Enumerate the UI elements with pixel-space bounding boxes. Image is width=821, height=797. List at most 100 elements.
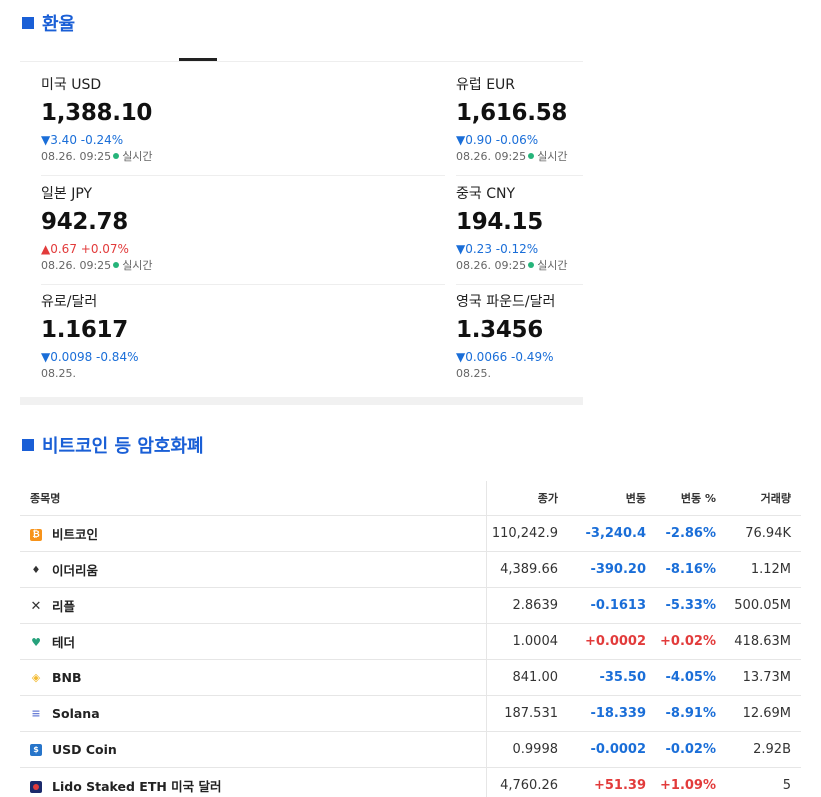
coin-name-cell[interactable]: Lido Staked ETH 미국 달러: [20, 767, 486, 797]
fx-name: 일본 JPY: [41, 186, 93, 202]
coin-change-pct: -8.91%: [656, 695, 726, 732]
fx-date: 08.26. 09:25: [41, 259, 112, 272]
fx-name: 영국 파운드/달러: [456, 294, 556, 310]
coin-name[interactable]: USD Coin: [52, 742, 117, 757]
coin-change: -0.0002: [568, 731, 656, 768]
coin-name[interactable]: 이더리움: [52, 563, 98, 578]
coin-volume: 418.63M: [726, 623, 801, 660]
coin-name-cell[interactable]: ≡ Solana: [20, 695, 486, 732]
table-row[interactable]: ◈ BNB 841.00 -35.50 -4.05% 13.73M: [20, 659, 801, 696]
fx-card-jpy[interactable]: 일본 JPY 942.78 ▲0.67 +0.07% 08.26. 09:25 실…: [41, 185, 271, 273]
crypto-table: 종목명 종가 변동 변동 % 거래량 ₿ 비트코인 110,242.9 -3,24…: [20, 481, 801, 797]
table-row[interactable]: $ USD Coin 0.9998 -0.0002 -0.02% 2.92B: [20, 731, 801, 768]
coin-change: -3,240.4: [568, 515, 656, 552]
fx-date: 08.26. 09:25: [456, 150, 527, 163]
header-price[interactable]: 종가: [485, 481, 568, 516]
fx-name: 미국 USD: [41, 77, 102, 93]
coin-price: 2.8639: [485, 587, 568, 624]
fx-meta: 08.26. 09:25 실시간: [41, 259, 271, 273]
fx-section-title: 환율: [22, 10, 75, 36]
fx-change: ▼3.40 -0.24%: [41, 133, 124, 147]
fx-change: ▼0.0066 -0.49%: [456, 350, 554, 364]
coin-price: 187.531: [485, 695, 568, 732]
live-dot-icon: [528, 153, 535, 159]
coin-name[interactable]: Solana: [52, 706, 100, 721]
header-change-pct[interactable]: 변동 %: [656, 481, 726, 516]
fx-tab-indicator[interactable]: [179, 58, 217, 61]
divider: [41, 284, 445, 285]
fx-live-label: 실시간: [122, 150, 153, 163]
fx-card-cny[interactable]: 중국 CNY 194.15 ▼0.23 -0.12% 08.26. 09:25 실…: [456, 185, 686, 273]
fx-change: ▼0.0098 -0.84%: [41, 350, 139, 364]
table-header-row: 종목명 종가 변동 변동 % 거래량: [20, 481, 801, 516]
live-dot-icon: [113, 153, 120, 159]
fx-meta: 08.26. 09:25 실시간: [41, 150, 271, 164]
coin-volume: 5: [726, 767, 801, 797]
coin-change: -0.1613: [568, 587, 656, 624]
coin-change: -390.20: [568, 551, 656, 588]
fx-price: 1,388.10: [41, 100, 153, 126]
fx-card-usd[interactable]: 미국 USD 1,388.10 ▼3.40 -0.24% 08.26. 09:2…: [41, 76, 271, 164]
bitcoin-icon: ₿: [30, 529, 42, 541]
coin-price: 841.00: [485, 659, 568, 696]
coin-name[interactable]: Lido Staked ETH 미국 달러: [52, 779, 222, 794]
ethereum-icon: ♦: [31, 565, 41, 576]
coin-name-cell[interactable]: ♥ 테더: [20, 623, 486, 660]
coin-change-pct: +1.09%: [656, 767, 726, 797]
fx-change: ▲0.67 +0.07%: [41, 242, 129, 256]
coin-price: 4,760.26: [485, 767, 568, 797]
coin-name-cell[interactable]: ₿ 비트코인: [20, 515, 486, 552]
coin-volume: 500.05M: [726, 587, 801, 624]
table-row[interactable]: ♥ 테더 1.0004 +0.0002 +0.02% 418.63M: [20, 623, 801, 660]
fx-price: 1.3456: [456, 317, 543, 343]
fx-meta: 08.25.: [456, 367, 686, 381]
coin-change-pct: -8.16%: [656, 551, 726, 588]
fx-date: 08.25.: [41, 367, 76, 380]
fx-date: 08.25.: [456, 367, 491, 380]
table-row[interactable]: ♦ 이더리움 4,389.66 -390.20 -8.16% 1.12M: [20, 551, 801, 588]
coin-name[interactable]: BNB: [52, 670, 82, 685]
coin-name[interactable]: 테더: [52, 635, 75, 650]
usd-coin-icon: $: [30, 744, 42, 756]
coin-volume: 12.69M: [726, 695, 801, 732]
solana-icon: ≡: [31, 707, 41, 720]
coin-name-cell[interactable]: ✕ 리플: [20, 587, 486, 624]
coin-change-pct: -2.86%: [656, 515, 726, 552]
coin-name[interactable]: 리플: [52, 599, 75, 614]
coin-volume: 2.92B: [726, 731, 801, 768]
coin-change-pct: -5.33%: [656, 587, 726, 624]
header-change[interactable]: 변동: [568, 481, 656, 516]
fx-card-eurusd[interactable]: 유로/달러 1.1617 ▼0.0098 -0.84% 08.25.: [41, 293, 271, 381]
coin-volume: 1.12M: [726, 551, 801, 588]
steth-icon: [30, 781, 42, 793]
header-volume[interactable]: 거래량: [726, 481, 801, 516]
coin-change: +0.0002: [568, 623, 656, 660]
fx-card-gbpusd[interactable]: 영국 파운드/달러 1.3456 ▼0.0066 -0.49% 08.25.: [456, 293, 686, 381]
fx-date: 08.26. 09:25: [41, 150, 112, 163]
fx-date: 08.26. 09:25: [456, 259, 527, 272]
coin-change-pct: -0.02%: [656, 731, 726, 768]
coin-change-pct: +0.02%: [656, 623, 726, 660]
coin-change: +51.39: [568, 767, 656, 797]
fx-change: ▼0.90 -0.06%: [456, 133, 539, 147]
table-row[interactable]: Lido Staked ETH 미국 달러 4,760.26 +51.39 +1…: [20, 767, 801, 797]
header-name[interactable]: 종목명: [20, 481, 486, 516]
fx-meta: 08.26. 09:25 실시간: [456, 150, 686, 164]
fx-live-label: 실시간: [122, 259, 153, 272]
coin-name-cell[interactable]: ♦ 이더리움: [20, 551, 486, 588]
fx-card-eur[interactable]: 유럽 EUR 1,616.58 ▼0.90 -0.06% 08.26. 09:2…: [456, 76, 686, 164]
coin-volume: 13.73M: [726, 659, 801, 696]
table-row[interactable]: ₿ 비트코인 110,242.9 -3,240.4 -2.86% 76.94K: [20, 515, 801, 552]
table-row[interactable]: ≡ Solana 187.531 -18.339 -8.91% 12.69M: [20, 695, 801, 732]
fx-meta: 08.25.: [41, 367, 271, 381]
coin-name-cell[interactable]: $ USD Coin: [20, 731, 486, 768]
coin-name[interactable]: 비트코인: [52, 527, 98, 542]
crypto-section-title: 비트코인 등 암호화폐: [22, 432, 204, 458]
fx-meta: 08.26. 09:25 실시간: [456, 259, 686, 273]
coin-name-cell[interactable]: ◈ BNB: [20, 659, 486, 696]
tether-icon: ♥: [31, 636, 41, 649]
fx-price: 1,616.58: [456, 100, 568, 126]
table-row[interactable]: ✕ 리플 2.8639 -0.1613 -5.33% 500.05M: [20, 587, 801, 624]
crypto-section-title-text: 비트코인 등 암호화폐: [42, 436, 204, 457]
coin-change: -18.339: [568, 695, 656, 732]
